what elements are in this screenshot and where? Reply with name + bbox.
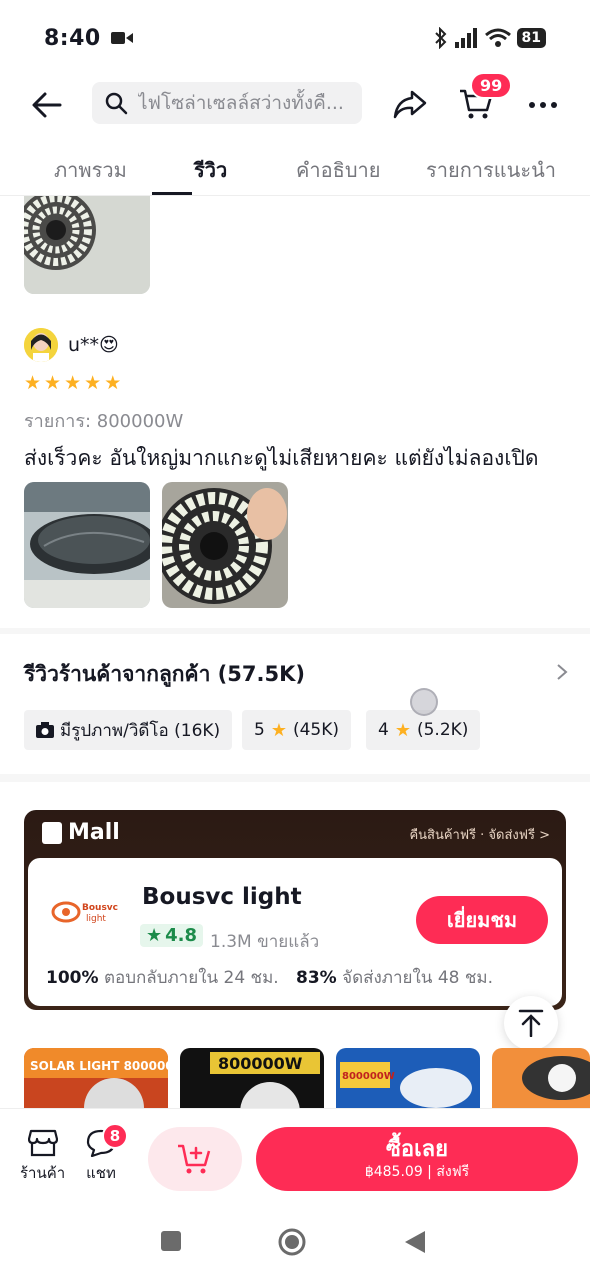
store-icon [27,1129,58,1157]
tiktok-shop-bag-icon [42,821,62,844]
shipping-rate-label: จัดส่งภายใน 48 ชม. [342,968,494,988]
star-icon: ★ [24,372,42,394]
shop-name[interactable]: Bousvc light [142,884,302,910]
scroll-to-top-button[interactable] [504,996,558,1050]
back-triangle-icon[interactable] [404,1230,426,1254]
review-stars: ★ ★ ★ ★ ★ [24,374,121,393]
buy-now-price: ฿485.09 | ส่งฟรี [364,1164,470,1180]
cart-count-badge: 99 [470,72,513,99]
buy-now-label: ซื้อเลย [385,1137,449,1162]
mall-logo-text: Mall [68,820,120,845]
wifi-icon [484,28,511,47]
filter-chip-count: (45K) [292,720,340,740]
product-card-4[interactable] [492,1048,590,1110]
bluetooth-icon [434,27,446,49]
product-tabs: ภาพรวม รีวิว คำอธิบาย รายการแนะนำ [0,140,590,196]
mall-logo: Mall [42,820,120,845]
active-tab-indicator [152,192,192,195]
product-card-3[interactable]: 800000W [336,1048,480,1110]
arrow-up-icon [518,1009,544,1037]
section-divider [0,774,590,782]
filter-chip-4-star[interactable]: 4 ★ (5.2K) [366,710,481,750]
battery-indicator: 81 [516,28,546,48]
shipping-rate: 83% [296,968,337,988]
chat-nav-label: แชท [86,1164,116,1182]
chevron-right-icon[interactable] [552,660,572,684]
review-photo-2[interactable] [162,482,288,608]
system-nav-bar [0,1208,590,1280]
star-icon: ★ [44,372,62,394]
review-variant: รายการ: 800000W [24,411,184,432]
visit-shop-button[interactable]: เยี่ยมชม [416,896,548,944]
response-rate: 100% [46,968,99,988]
filter-chip-media[interactable]: มีรูปภาพ/วิดีโอ (16K) [24,710,233,750]
shop-sold-count: 1.3M ขายแล้ว [210,932,320,952]
shop-nav-button[interactable]: ร้านค้า [20,1129,65,1185]
tab-recommended[interactable]: รายการแนะนำ [426,154,556,186]
shop-shipping-stat: 83% จัดส่งภายใน 48 ชม. [296,964,493,991]
chat-unread-badge: 8 [102,1123,128,1149]
status-bar: 8:40 81 [0,0,590,76]
svg-text:light: light [86,914,106,924]
product-card-caption: 800000W [342,1071,395,1082]
buy-now-button[interactable]: ซื้อเลย ฿485.09 | ส่งฟรี [256,1127,578,1191]
star-icon: ★ [270,719,287,741]
filter-chip-5-star[interactable]: 5 ★ (45K) [242,710,352,750]
shop-logo: Bousvc light [51,901,118,924]
tab-reviews[interactable]: รีวิว [194,154,227,186]
back-arrow-icon[interactable] [30,88,64,122]
section-divider [0,628,590,634]
filter-chip-label: 4 [378,720,389,740]
touch-indicator [410,688,438,716]
search-input[interactable]: ไฟโซล่าเซลล์สว่างทั้งคื... [92,82,362,124]
shop-response-stat: 100% ตอบกลับภายใน 24 ชม. [46,964,279,991]
reviewer-avatar [24,328,58,362]
product-card-2[interactable]: 800000W [180,1048,324,1110]
recent-apps-icon[interactable] [160,1230,182,1252]
mall-shop-card[interactable]: Mall คืนสินค้าฟรี · จัดส่งฟรี > Bousvc l… [24,810,566,1010]
home-icon[interactable] [278,1228,306,1256]
status-time: 8:40 [44,25,101,51]
star-icon: ★ [146,925,163,946]
cart-plus-icon [178,1144,211,1174]
search-icon [105,92,128,115]
mall-tagline[interactable]: คืนสินค้าฟรี · จัดส่งฟรี > [409,824,550,845]
product-card-caption: SOLAR LIGHT 800000W [30,1059,168,1073]
review-text: ส่งเร็วคะ อันใหญ่มากแกะดูไม่เสียหายคะ แต… [24,446,539,470]
signal-icon [454,28,477,48]
star-icon: ★ [394,719,411,741]
response-rate-label: ตอบกลับภายใน 24 ชม. [103,968,279,988]
reviewer-username: u**😍 [68,334,119,356]
search-placeholder: ไฟโซล่าเซลล์สว่างทั้งคื... [138,92,344,114]
star-icon: ★ [84,372,102,394]
star-icon: ★ [104,372,122,394]
shop-rating-value: 4.8 [165,925,198,946]
bottom-action-bar: ร้านค้า แชท 8 ซื้อเลย ฿485.09 | ส่งฟรี [0,1108,590,1208]
tab-overview[interactable]: ภาพรวม [54,154,127,186]
star-icon: ★ [64,372,82,394]
review-photo-1[interactable] [24,482,150,608]
camera-icon [36,722,54,738]
store-reviews-title[interactable]: รีวิวร้านค้าจากลูกค้า (57.5K) [24,658,305,691]
video-recording-icon [110,32,133,44]
filter-chip-label: มีรูปภาพ/วิดีโอ (16K) [60,720,221,741]
shop-info-panel: Bousvc light Bousvc light ★ 4.8 1.3M ขาย… [28,858,562,1006]
product-card-caption: 800000W [218,1054,303,1073]
more-options-icon[interactable] [528,90,558,120]
add-to-cart-button[interactable] [148,1127,242,1191]
tab-description[interactable]: คำอธิบาย [296,154,380,186]
top-header: ไฟโซล่าเซลล์สว่างทั้งคื... 99 [0,72,590,132]
shop-nav-label: ร้านค้า [20,1164,66,1182]
share-icon[interactable] [392,86,428,122]
svg-text:Bousvc: Bousvc [82,903,118,913]
filter-chip-count: (5.2K) [416,720,469,740]
shop-rating: ★ 4.8 [140,924,204,947]
filter-chip-label: 5 [254,720,265,740]
product-card-1[interactable]: SOLAR LIGHT 800000W [24,1048,168,1110]
previous-review-photo[interactable] [24,196,150,294]
